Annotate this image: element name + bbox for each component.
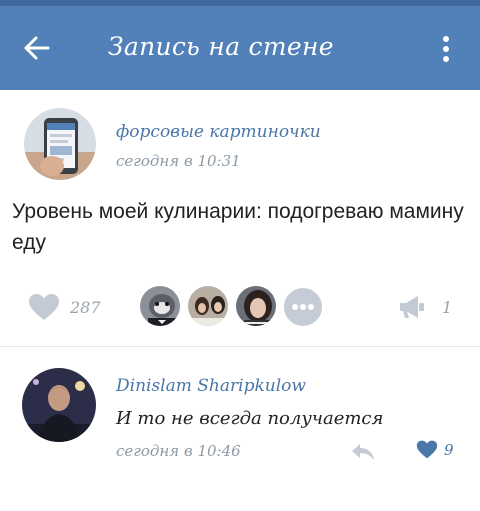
page-title: Запись на стене	[108, 32, 334, 61]
more-likers-button[interactable]	[282, 286, 324, 328]
liker-avatar[interactable]	[186, 284, 230, 328]
heart-icon	[416, 440, 438, 459]
comment-timestamp: сегодня в 10:46	[116, 442, 241, 460]
heart-icon	[29, 294, 59, 320]
megaphone-icon	[400, 296, 424, 318]
overflow-menu-button[interactable]	[434, 32, 458, 66]
liker-avatar[interactable]	[138, 284, 182, 328]
author-avatar[interactable]	[24, 108, 96, 180]
post-header: форсовые картиночки сегодня в 10:31	[24, 108, 464, 188]
like-button[interactable]: 287	[28, 290, 101, 324]
comment-text: И то не всегда получается	[116, 408, 384, 429]
arrow-left-icon	[24, 36, 50, 60]
post-author-name[interactable]: форсовые картиночки	[116, 122, 321, 142]
liker-avatar[interactable]	[234, 284, 278, 328]
share-button[interactable]: 1	[398, 292, 452, 322]
comment-item: Dinislam Sharipkulow И то не всегда полу…	[22, 368, 472, 468]
post-timestamp: сегодня в 10:31	[116, 152, 241, 170]
comment-like-count: 9	[444, 440, 454, 459]
more-horizontal-icon	[292, 304, 314, 310]
comment-author-name[interactable]: Dinislam Sharipkulow	[116, 376, 306, 396]
top-app-bar: Запись на стене	[0, 6, 480, 90]
reply-arrow-icon	[352, 444, 374, 460]
post-actions: 287 1	[0, 278, 480, 334]
post-text: Уровень моей кулинарии: подогреваю мамин…	[12, 200, 464, 254]
like-count: 287	[70, 297, 101, 317]
more-vertical-icon	[443, 36, 449, 62]
reply-button[interactable]	[350, 442, 376, 466]
commenter-avatar[interactable]	[22, 368, 96, 442]
share-count: 1	[442, 297, 453, 317]
section-divider	[0, 346, 480, 347]
back-button[interactable]	[14, 28, 58, 68]
comment-like-button[interactable]: 9	[416, 440, 454, 459]
